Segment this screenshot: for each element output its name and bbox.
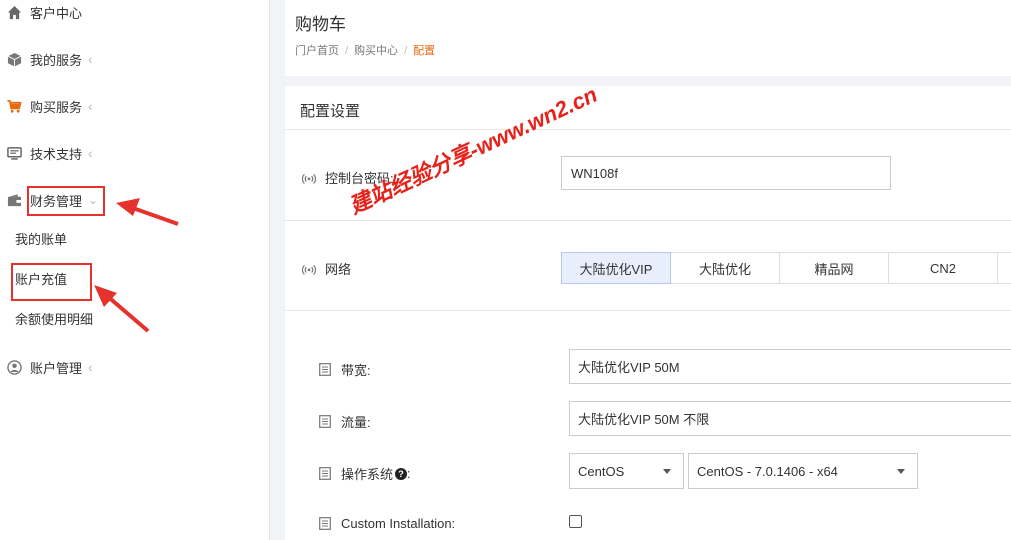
user-circle-icon — [6, 359, 22, 375]
sidebar-item-client-center[interactable]: 客户中心 — [0, 0, 270, 32]
breadcrumb: 门户首页 / 购买中心 / 配置 — [295, 42, 435, 58]
chevron-left-icon: ‹ — [88, 98, 93, 114]
traffic-label: 流量: — [318, 412, 371, 431]
bandwidth-select[interactable]: 大陆优化VIP 50M — [569, 349, 1011, 384]
help-icon[interactable]: ? — [395, 467, 408, 480]
divider — [285, 129, 1011, 130]
list-icon — [318, 415, 332, 429]
network-option-mainland-vip[interactable]: 大陆优化VIP — [561, 252, 671, 284]
sidebar-item-account-management[interactable]: 账户管理 ‹ — [0, 347, 270, 387]
os-version-value: CentOS - 7.0.1406 - x64 — [697, 463, 838, 479]
console-password-value: WN108f — [571, 165, 618, 181]
sidebar: 客户中心 我的服务 ‹ 购买服务 ‹ 技术支持 ‹ 财务管理 ⌄ 我的账单 账户… — [0, 0, 270, 540]
breadcrumb-config: 配置 — [413, 45, 436, 57]
divider — [285, 310, 1011, 311]
network-label: 网络 — [302, 259, 351, 278]
traffic-value: 大陆优化VIP 50M 不限 — [578, 412, 710, 427]
custom-installation-checkbox[interactable] — [569, 515, 582, 528]
sidebar-item-label: 购买服务 — [30, 99, 83, 115]
sidebar-item-my-services[interactable]: 我的服务 ‹ — [0, 39, 270, 79]
config-card-title: 配置设置 — [300, 103, 361, 120]
chevron-left-icon: ‹ — [88, 359, 93, 375]
annotation-box-finance — [27, 186, 105, 216]
os-label-text: 操作系统 — [341, 467, 394, 482]
bandwidth-label-text: 带宽: — [341, 363, 371, 378]
os-version-select[interactable]: CentOS - 7.0.1406 - x64 — [688, 453, 918, 489]
divider — [285, 220, 1011, 221]
bandwidth-label: 带宽: — [318, 360, 371, 379]
sidebar-item-label: 我的服务 — [30, 52, 83, 68]
config-card: 配置设置 控制台密码: WN108f 网络 大陆优化VIP 大陆优化 精品网 C… — [285, 86, 1011, 540]
breadcrumb-purchase-center[interactable]: 购买中心 — [354, 45, 398, 57]
list-icon — [318, 467, 332, 481]
custom-installation-label-text: Custom Installation: — [341, 516, 456, 531]
network-option-premium[interactable]: 精品网 — [779, 252, 889, 284]
wallet-icon — [6, 192, 22, 208]
box-icon — [6, 51, 22, 67]
os-family-value: CentOS — [578, 463, 625, 479]
network-label-text: 网络 — [325, 262, 352, 277]
sidebar-item-label: 客户中心 — [30, 5, 83, 21]
home-icon — [6, 4, 22, 20]
network-option-group: 大陆优化VIP 大陆优化 精品网 CN2 — [561, 252, 1011, 284]
page-header: 购物车 门户首页 / 购买中心 / 配置 — [285, 0, 1011, 76]
os-label: 操作系统?: — [318, 464, 411, 483]
network-option-cn2[interactable]: CN2 — [888, 252, 998, 284]
os-family-select[interactable]: CentOS — [569, 453, 684, 489]
cart-icon — [6, 98, 22, 114]
list-icon — [318, 363, 332, 377]
breadcrumb-separator: / — [345, 45, 349, 57]
caret-down-icon — [897, 469, 905, 474]
main-content: 购物车 门户首页 / 购买中心 / 配置 配置设置 控制台密码: WN108f 网络 大… — [285, 0, 1011, 540]
bandwidth-value: 大陆优化VIP 50M — [578, 360, 680, 375]
sidebar-item-buy-services[interactable]: 购买服务 ‹ — [0, 86, 270, 126]
list-icon — [318, 517, 332, 531]
network-option-more[interactable] — [997, 252, 1011, 284]
os-label-colon: : — [407, 466, 411, 481]
annotation-box-recharge — [11, 263, 92, 301]
custom-installation-label: Custom Installation: — [318, 516, 455, 531]
chevron-left-icon: ‹ — [88, 51, 93, 67]
sidebar-item-tech-support[interactable]: 技术支持 ‹ — [0, 133, 270, 173]
traffic-select[interactable]: 大陆优化VIP 50M 不限 — [569, 401, 1011, 436]
sidebar-item-label: 账户管理 — [30, 360, 83, 376]
page-title: 购物车 — [295, 15, 346, 34]
monitor-icon — [6, 145, 22, 161]
sidebar-item-label: 技术支持 — [30, 146, 83, 162]
signal-icon — [302, 262, 316, 276]
sidebar-subitem-balance-details[interactable]: 余额使用明细 — [15, 308, 93, 332]
network-option-mainland[interactable]: 大陆优化 — [670, 252, 780, 284]
console-password-input[interactable]: WN108f — [561, 156, 891, 190]
caret-down-icon — [663, 469, 671, 474]
breadcrumb-portal-home[interactable]: 门户首页 — [295, 45, 339, 57]
traffic-label-text: 流量: — [341, 415, 371, 430]
chevron-left-icon: ‹ — [88, 145, 93, 161]
breadcrumb-separator: / — [404, 45, 408, 57]
sidebar-subitem-my-bills[interactable]: 我的账单 — [15, 228, 67, 252]
signal-icon — [302, 171, 316, 185]
